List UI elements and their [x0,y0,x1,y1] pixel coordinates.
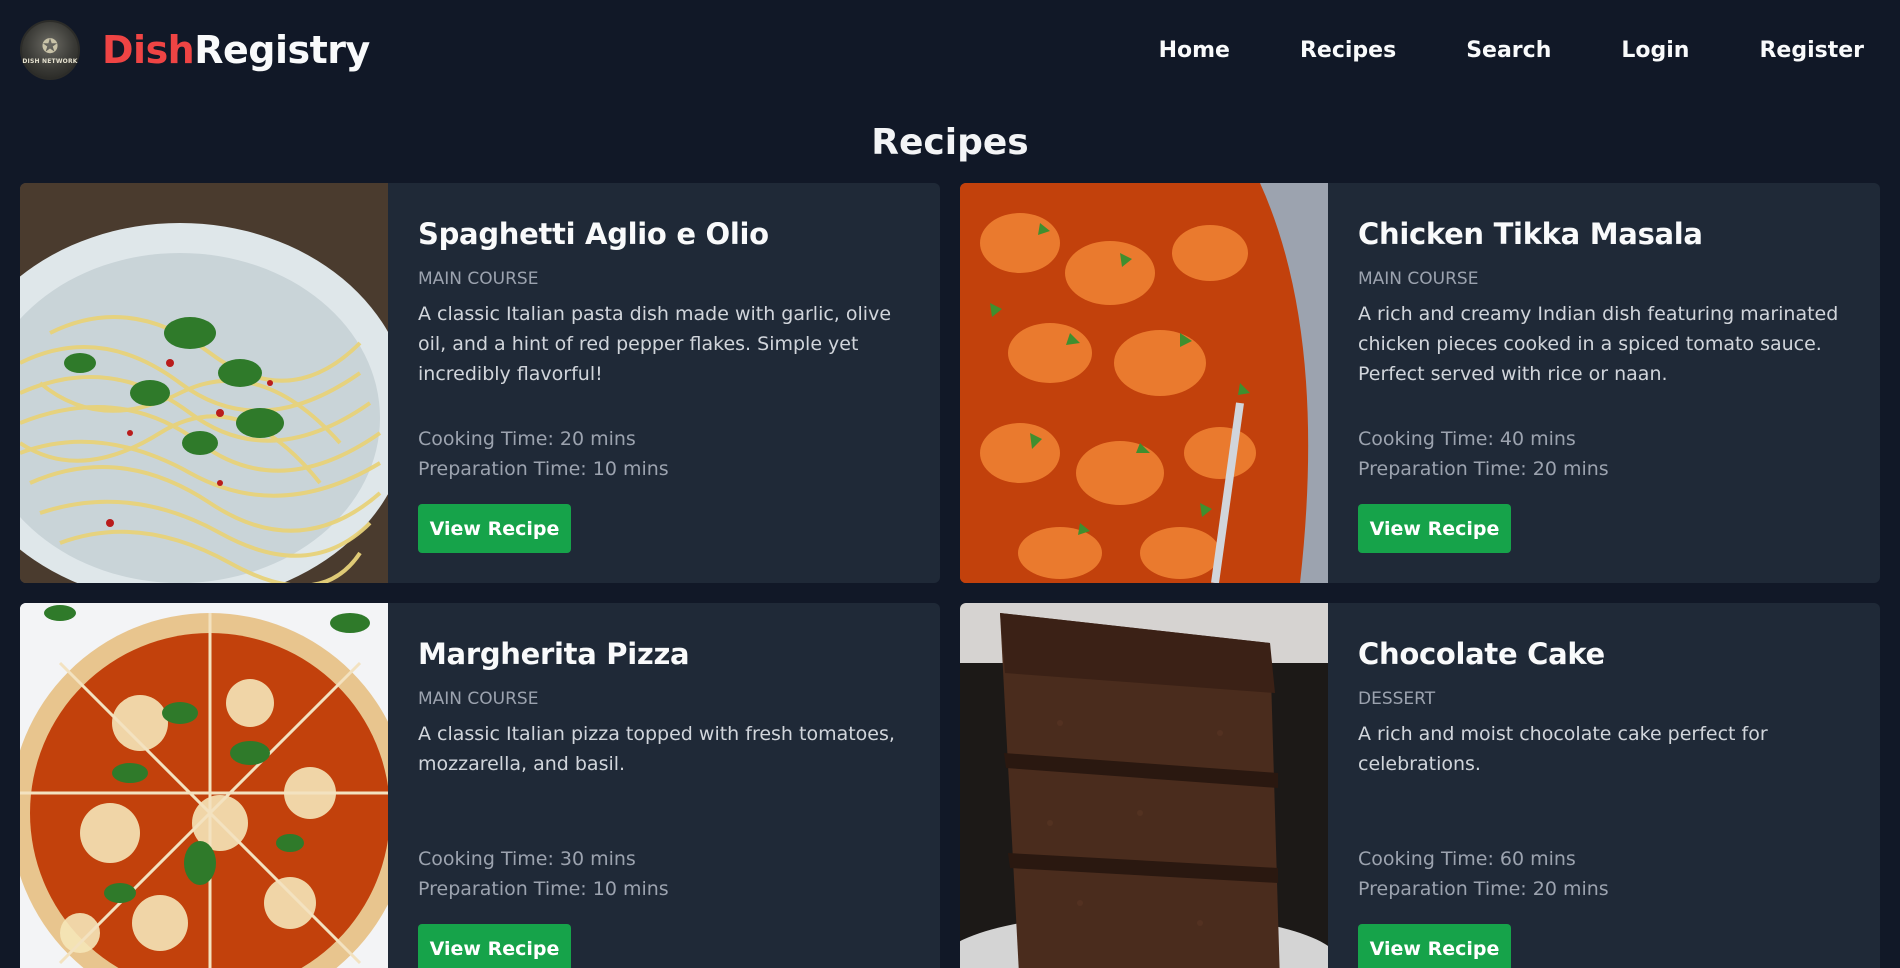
recipe-card-body: Spaghetti Aglio e Olio MAIN COURSE A cla… [388,183,940,583]
recipe-grid: Spaghetti Aglio e Olio MAIN COURSE A cla… [0,183,1900,968]
recipe-description: A classic Italian pasta dish made with g… [418,303,892,385]
recipe-prep-time: Preparation Time: 20 mins [1358,878,1609,900]
recipe-image-spaghetti[interactable] [20,183,388,583]
recipe-cooking-time: Cooking Time: 30 mins [418,848,636,870]
page-title: Recipes [871,122,1029,163]
brand[interactable]: ✪ DISH NETWORK DishRegistry [20,20,370,80]
recipe-cooking-time: Cooking Time: 60 mins [1358,848,1576,870]
view-recipe-button[interactable]: View Recipe [418,924,571,968]
recipe-title: Chicken Tikka Masala [1358,217,1703,251]
recipe-description: A rich and creamy Indian dish featuring … [1358,303,1839,385]
recipe-prep-time: Preparation Time: 20 mins [1358,458,1609,480]
recipe-image-margherita-pizza[interactable] [20,603,388,968]
nav-login[interactable]: Login [1621,38,1689,63]
view-recipe-button[interactable]: View Recipe [1358,924,1511,968]
recipe-category: MAIN COURSE [418,689,539,709]
recipe-card: Chocolate Cake DESSERT A rich and moist … [960,603,1880,968]
recipe-image-chocolate-cake[interactable] [960,603,1328,968]
brand-name-registry: Registry [194,28,370,72]
recipe-prep-time: Preparation Time: 10 mins [418,458,669,480]
recipe-title: Chocolate Cake [1358,637,1605,671]
logo-emblem-icon: ✪ [41,33,59,58]
recipe-card-body: Chicken Tikka Masala MAIN COURSE A rich … [1328,183,1880,583]
recipe-title: Margherita Pizza [418,637,690,671]
nav-links: Home Recipes Search Login Register [1159,38,1880,63]
recipe-description: A classic Italian pizza topped with fres… [418,723,895,775]
recipe-category: MAIN COURSE [1358,269,1479,289]
recipe-cooking-time: Cooking Time: 20 mins [418,428,636,450]
recipe-prep-time: Preparation Time: 10 mins [418,878,669,900]
recipe-card: Spaghetti Aglio e Olio MAIN COURSE A cla… [20,183,940,583]
logo[interactable]: ✪ DISH NETWORK [20,20,80,80]
recipe-card-body: Margherita Pizza MAIN COURSE A classic I… [388,603,940,968]
recipe-card-body: Chocolate Cake DESSERT A rich and moist … [1328,603,1880,968]
nav-search[interactable]: Search [1466,38,1551,63]
recipe-category: DESSERT [1358,689,1436,709]
recipe-card: Chicken Tikka Masala MAIN COURSE A rich … [960,183,1880,583]
recipe-description: A rich and moist chocolate cake perfect … [1358,723,1768,775]
logo-text: DISH NETWORK [22,57,78,65]
recipe-title: Spaghetti Aglio e Olio [418,217,769,251]
nav-recipes[interactable]: Recipes [1300,38,1396,63]
view-recipe-button[interactable]: View Recipe [1358,504,1511,553]
brand-name[interactable]: DishRegistry [102,28,370,72]
recipe-card: Margherita Pizza MAIN COURSE A classic I… [20,603,940,968]
view-recipe-button[interactable]: View Recipe [418,504,571,553]
nav-home[interactable]: Home [1159,38,1230,63]
nav-register[interactable]: Register [1759,38,1864,63]
navbar: ✪ DISH NETWORK DishRegistry Home Recipes… [0,0,1900,100]
recipe-image-tikka-masala[interactable] [960,183,1328,583]
recipe-cooking-time: Cooking Time: 40 mins [1358,428,1576,450]
recipe-category: MAIN COURSE [418,269,539,289]
brand-name-dish: Dish [102,28,195,72]
